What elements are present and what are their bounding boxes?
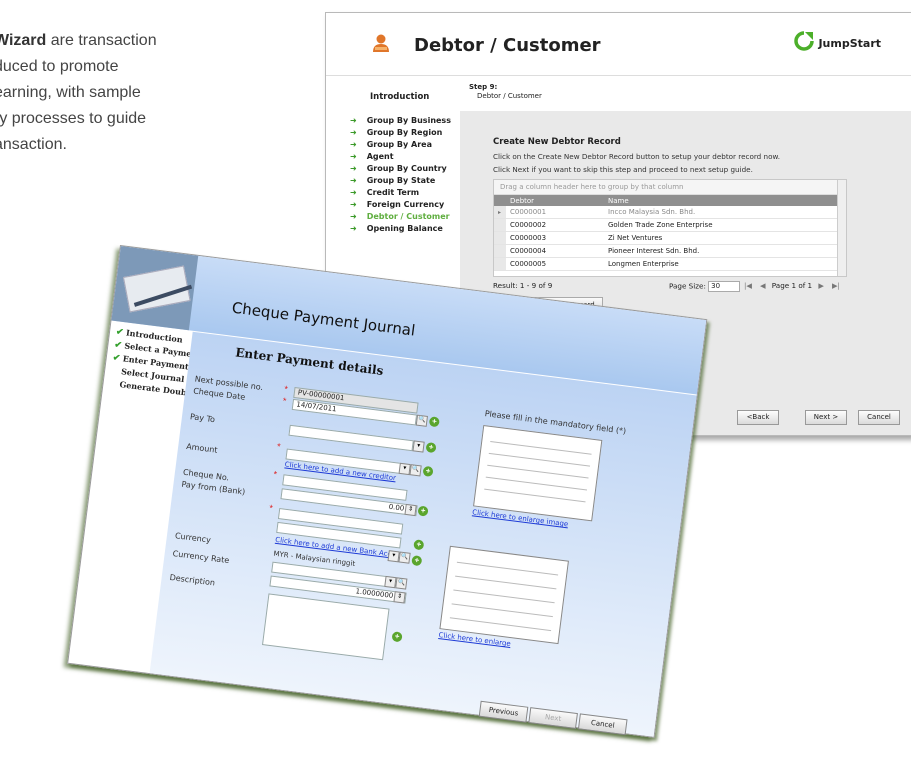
- back-button[interactable]: <Back: [737, 410, 779, 425]
- stepper-icon[interactable]: ⇕: [393, 591, 406, 604]
- table-row[interactable]: C0000004 Pioneer Interest Sdn. Bhd.: [494, 244, 837, 258]
- step-name: Debtor / Customer: [477, 92, 542, 100]
- cancel-button[interactable]: Cancel: [577, 713, 628, 736]
- next-page-icon[interactable]: ▶: [818, 281, 824, 290]
- debtor-grid: Drag a column header here to group by th…: [493, 179, 847, 277]
- intro-line-3: earning, with sample: [0, 84, 141, 101]
- result-count: Result: 1 - 9 of 9: [493, 281, 553, 290]
- stepper-icon[interactable]: ⇕: [404, 503, 417, 517]
- debtor-window-header: Debtor / Customer JumpStart: [326, 13, 911, 76]
- search-icon[interactable]: 🔍: [395, 577, 408, 590]
- next-button[interactable]: Next >: [805, 410, 847, 425]
- arrow-right-icon: ➜: [350, 116, 357, 125]
- label-pay-to: Pay To: [189, 412, 216, 425]
- table-row[interactable]: ▸ C0000001 Incco Malaysia Sdn. Bhd.: [494, 206, 837, 219]
- search-icon[interactable]: 🔍: [398, 551, 411, 564]
- nav-item-debtor-customer[interactable]: ➜ Debtor / Customer: [350, 212, 451, 224]
- payment-form: Enter Payment details Next possible no. …: [149, 331, 697, 737]
- last-page-icon[interactable]: ▶|: [832, 281, 840, 290]
- search-icon[interactable]: 🔍: [409, 464, 422, 477]
- nav-item-agent[interactable]: ➜ Agent: [350, 152, 451, 164]
- nav-item-credit-term[interactable]: ➜ Credit Term: [350, 188, 451, 200]
- add-icon[interactable]: +: [391, 631, 403, 643]
- intro-line-4: ry processes to guide: [0, 110, 147, 127]
- page-size-label: Page Size:: [669, 281, 706, 291]
- grid-scrollbar[interactable]: [837, 180, 846, 276]
- row-selector-icon: ▸: [494, 206, 506, 219]
- step-indicator: Step 9: Debtor / Customer: [469, 83, 542, 101]
- table-row[interactable]: C0000005 Longmen Enterprise: [494, 257, 837, 271]
- cheque-scan-image[interactable]: [439, 545, 569, 645]
- add-icon[interactable]: +: [425, 441, 437, 454]
- add-icon[interactable]: +: [422, 465, 434, 477]
- pager: |◀ ◀ Page 1 of 1 ▶ ▶|: [740, 281, 844, 290]
- arrow-right-icon: ➜: [350, 224, 357, 233]
- arrow-right-icon: ➜: [350, 188, 357, 197]
- instruction-2: Click Next if you want to skip this step…: [493, 165, 753, 174]
- search-icon[interactable]: 🔍: [415, 414, 429, 427]
- nav-item-group-by-country[interactable]: ➜ Group By Country: [350, 164, 451, 176]
- intro-paragraph: Wizard are transaction duced to promote …: [0, 28, 234, 158]
- page-size-input[interactable]: 30: [708, 281, 741, 292]
- label-amount: Amount: [185, 441, 219, 455]
- add-icon[interactable]: +: [417, 505, 429, 517]
- nav-introduction[interactable]: Introduction: [370, 92, 429, 102]
- arrow-right-icon: ➜: [350, 176, 357, 185]
- first-page-icon[interactable]: |◀: [744, 281, 752, 290]
- user-icon: [373, 34, 389, 52]
- step-label: Step 9:: [469, 83, 498, 91]
- label-currency: Currency: [174, 531, 212, 545]
- pay-to-field[interactable]: [288, 424, 414, 452]
- debtor-table: Debtor Name ▸ C0000001 Incco Malaysia Sd…: [494, 195, 837, 271]
- intro-line-5: ansaction.: [0, 136, 67, 153]
- nav-item-foreign-currency[interactable]: ➜ Foreign Currency: [350, 200, 451, 212]
- nav-item-group-by-region[interactable]: ➜ Group By Region: [350, 128, 451, 140]
- instruction-1: Click on the Create New Debtor Record bu…: [493, 152, 780, 161]
- arrow-right-icon: ➜: [350, 212, 357, 221]
- label-pay-from: Pay from (Bank): [180, 479, 246, 497]
- dropdown-icon[interactable]: ▾: [412, 440, 425, 453]
- intro-line-2: duced to promote: [0, 58, 119, 75]
- cancel-button[interactable]: Cancel: [858, 410, 900, 425]
- table-row[interactable]: C0000003 Zi Net Ventures: [494, 231, 837, 245]
- nav-item-group-by-business[interactable]: ➜ Group By Business: [350, 116, 451, 128]
- table-row[interactable]: C0000002 Golden Trade Zone Enterprise: [494, 218, 837, 232]
- add-icon[interactable]: +: [411, 555, 423, 567]
- arrow-right-icon: ➜: [350, 200, 357, 209]
- intro-line-1-rest: are transaction: [50, 32, 157, 49]
- next-button[interactable]: Next: [528, 707, 578, 729]
- debtor-window-title: Debtor / Customer: [414, 35, 601, 56]
- cheque-photo: [111, 246, 199, 331]
- page-info: Page 1 of 1: [771, 281, 813, 290]
- intro-bold-word: Wizard: [0, 32, 47, 49]
- add-icon[interactable]: +: [413, 539, 425, 551]
- group-by-panel[interactable]: Drag a column header here to group by th…: [494, 180, 846, 195]
- column-header-name[interactable]: Name: [604, 195, 837, 206]
- column-header-debtor[interactable]: Debtor: [506, 195, 604, 206]
- description-textarea[interactable]: [261, 593, 390, 661]
- cheque-window: Cheque Payment Journal ✔Introduction ✔Se…: [67, 245, 708, 738]
- prev-page-icon[interactable]: ◀: [760, 281, 766, 290]
- nav-item-opening-balance[interactable]: ➜ Opening Balance: [350, 224, 451, 236]
- jumpstart-icon: [794, 31, 814, 51]
- label-description: Description: [169, 572, 216, 588]
- arrow-right-icon: ➜: [350, 128, 357, 137]
- arrow-right-icon: ➜: [350, 152, 357, 161]
- page-size: Page Size: 30: [669, 281, 741, 292]
- section-heading: Create New Debtor Record: [493, 137, 621, 147]
- arrow-right-icon: ➜: [350, 140, 357, 149]
- add-icon[interactable]: +: [428, 416, 440, 428]
- cheque-sample-image[interactable]: [473, 424, 603, 522]
- nav-item-group-by-state[interactable]: ➜ Group By State: [350, 176, 451, 188]
- label-currency-rate: Currency Rate: [172, 549, 230, 566]
- arrow-right-icon: ➜: [350, 164, 357, 173]
- jumpstart-brand: JumpStart: [818, 37, 881, 50]
- nav-item-group-by-area[interactable]: ➜ Group By Area: [350, 140, 451, 152]
- previous-button[interactable]: Previous: [478, 700, 529, 723]
